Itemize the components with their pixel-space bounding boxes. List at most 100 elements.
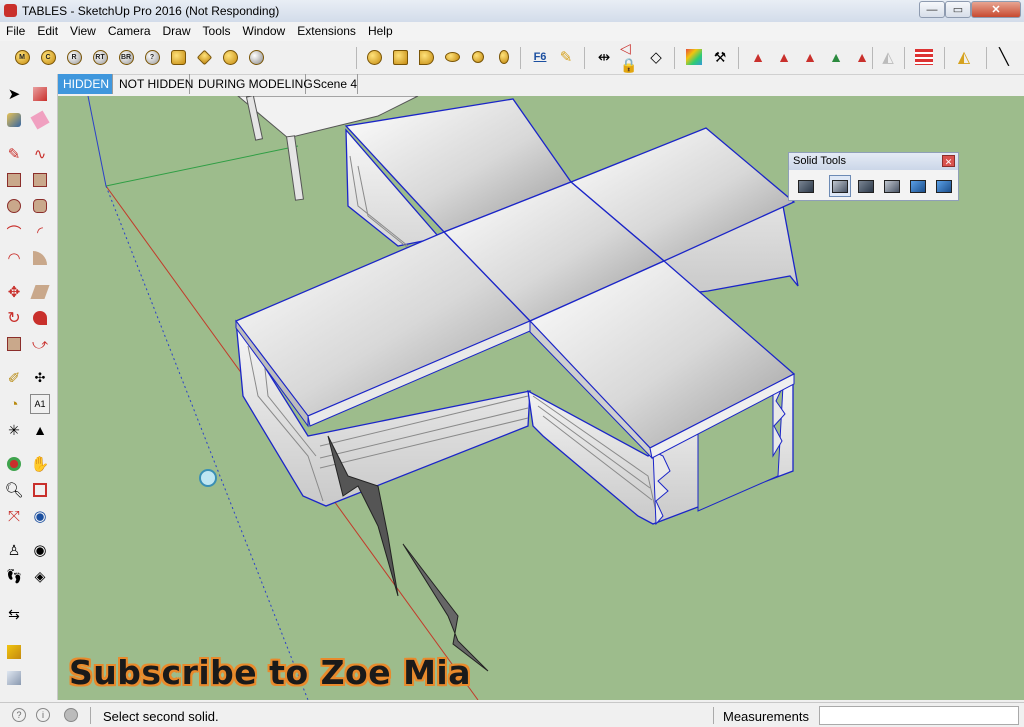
- union-icon[interactable]: [855, 175, 877, 197]
- extrude-r-icon[interactable]: ▲: [800, 47, 820, 67]
- two-point-arc-icon[interactable]: ◜: [30, 222, 50, 242]
- material-icon[interactable]: [684, 47, 704, 67]
- pie-icon[interactable]: [30, 248, 50, 268]
- circle-icon[interactable]: [4, 196, 24, 216]
- section-plane-icon[interactable]: ◈: [30, 566, 50, 586]
- walk-icon[interactable]: 👣︎: [4, 566, 24, 586]
- maximize-button[interactable]: ▭: [945, 1, 971, 18]
- split-icon[interactable]: [933, 175, 955, 197]
- disabled-shape-icon[interactable]: ◭: [878, 47, 898, 67]
- intersect-icon[interactable]: [829, 175, 851, 197]
- brush-icon[interactable]: ✎: [556, 47, 576, 67]
- scale-icon[interactable]: [4, 334, 24, 354]
- ruby-console-icon[interactable]: F6: [530, 47, 550, 67]
- subtract-icon[interactable]: [881, 175, 903, 197]
- line-icon[interactable]: ╲: [994, 47, 1014, 67]
- plugin-help-icon[interactable]: ?: [142, 47, 162, 67]
- pause-icon[interactable]: [246, 47, 266, 67]
- extrude-v-icon[interactable]: ▲: [826, 47, 846, 67]
- brick-wall-icon[interactable]: [914, 47, 934, 67]
- scene-tab-not-hidden[interactable]: NOT HIDDEN: [114, 74, 193, 94]
- toolbar-separator: [356, 47, 357, 69]
- rectangle-icon[interactable]: [4, 170, 24, 190]
- arc-icon[interactable]: ⌒: [4, 222, 24, 242]
- tag-icon[interactable]: [168, 47, 188, 67]
- polygon-icon[interactable]: [30, 196, 50, 216]
- extrude-1-icon[interactable]: ▲: [748, 47, 768, 67]
- plugin-r-icon[interactable]: R: [64, 47, 84, 67]
- info-icon[interactable]: i: [36, 708, 50, 722]
- close-button[interactable]: ✕: [971, 1, 1021, 18]
- flag-icon[interactable]: [416, 47, 436, 67]
- mirror-icon[interactable]: ◭: [954, 47, 974, 67]
- sandbox-icon[interactable]: ⇆: [4, 604, 24, 624]
- geo-location-icon[interactable]: ?: [12, 708, 26, 722]
- paint-bucket-icon[interactable]: [4, 110, 24, 130]
- dimension-icon[interactable]: ✣: [30, 368, 50, 388]
- trim-icon[interactable]: [907, 175, 929, 197]
- three-point-arc-icon[interactable]: ◠: [4, 248, 24, 268]
- tools-icon[interactable]: ⚒: [710, 47, 730, 67]
- menu-file[interactable]: File: [0, 22, 31, 38]
- follow-me-icon[interactable]: [30, 308, 50, 328]
- axes-icon[interactable]: ✳: [4, 420, 24, 440]
- extension-warehouse-icon[interactable]: [4, 668, 24, 688]
- make-component-icon[interactable]: [30, 84, 50, 104]
- menu-extensions[interactable]: Extensions: [291, 22, 362, 38]
- move-arrows-icon[interactable]: ⇹: [594, 47, 614, 67]
- plugin-c-icon[interactable]: C: [38, 47, 58, 67]
- plugin-br-icon[interactable]: BR: [116, 47, 136, 67]
- rotate-icon[interactable]: ↻: [4, 308, 24, 328]
- scene-tab-hidden[interactable]: HIDDEN: [58, 74, 113, 94]
- solid-tools-close-button[interactable]: ✕: [942, 155, 955, 167]
- text-icon[interactable]: A1: [30, 394, 50, 414]
- zoom-icon[interactable]: 🔍︎: [4, 480, 24, 500]
- push-pull-icon[interactable]: [30, 282, 50, 302]
- rotated-rectangle-icon[interactable]: [30, 170, 50, 190]
- menu-camera[interactable]: Camera: [102, 22, 157, 38]
- menu-window[interactable]: Window: [237, 22, 292, 38]
- pin-icon[interactable]: [494, 47, 514, 67]
- measurements-input[interactable]: [819, 706, 1019, 725]
- ellipse-icon[interactable]: [442, 47, 462, 67]
- extrude-e-icon[interactable]: ▲: [852, 47, 872, 67]
- 3d-text-icon[interactable]: ▲: [30, 420, 50, 440]
- tape-measure-icon[interactable]: ✐: [4, 368, 24, 388]
- plugin-m-icon[interactable]: M: [12, 47, 32, 67]
- position-camera-icon[interactable]: ♙: [4, 540, 24, 560]
- zoom-window-icon[interactable]: [30, 480, 50, 500]
- solid-tools-title: Solid Tools: [793, 155, 846, 167]
- orbit-icon[interactable]: [4, 454, 24, 474]
- sphere-icon[interactable]: [364, 47, 384, 67]
- cross-arrows-icon[interactable]: [220, 47, 240, 67]
- user-icon[interactable]: [64, 708, 78, 722]
- offset-icon[interactable]: ⤻: [30, 334, 50, 354]
- small-sphere-icon[interactable]: [468, 47, 488, 67]
- scene-tab-during-modeling[interactable]: DURING MODELING: [193, 74, 313, 94]
- outer-shell-icon[interactable]: [795, 175, 817, 197]
- freehand-icon[interactable]: ∿: [30, 144, 50, 164]
- eraser-tag-icon[interactable]: ◇: [646, 47, 666, 67]
- plugin-rt-icon[interactable]: RT: [90, 47, 110, 67]
- lock-icon[interactable]: ◁🔒: [620, 40, 640, 73]
- zoom-extents-icon[interactable]: ⤧: [4, 506, 24, 526]
- menu-draw[interactable]: Draw: [157, 22, 197, 38]
- protractor-icon[interactable]: ◔: [4, 394, 24, 414]
- scene-tab-scene-4[interactable]: Scene 4: [308, 74, 358, 94]
- pencil-icon[interactable]: ✎: [4, 144, 24, 164]
- extrude-j-icon[interactable]: ▲: [774, 47, 794, 67]
- menu-view[interactable]: View: [64, 22, 102, 38]
- menu-edit[interactable]: Edit: [31, 22, 64, 38]
- previous-view-icon[interactable]: ◉: [30, 506, 50, 526]
- pan-icon[interactable]: ✋: [30, 454, 50, 474]
- menu-tools[interactable]: Tools: [197, 22, 237, 38]
- menu-help[interactable]: Help: [362, 22, 399, 38]
- diamond-icon[interactable]: [194, 47, 214, 67]
- select-icon[interactable]: ➤: [4, 84, 24, 104]
- eraser-icon[interactable]: [30, 110, 50, 130]
- minimize-button[interactable]: —: [919, 1, 945, 18]
- look-around-icon[interactable]: ◉: [30, 540, 50, 560]
- warehouse-icon[interactable]: [4, 642, 24, 662]
- hat-icon[interactable]: [390, 47, 410, 67]
- move-icon[interactable]: ✥: [4, 282, 24, 302]
